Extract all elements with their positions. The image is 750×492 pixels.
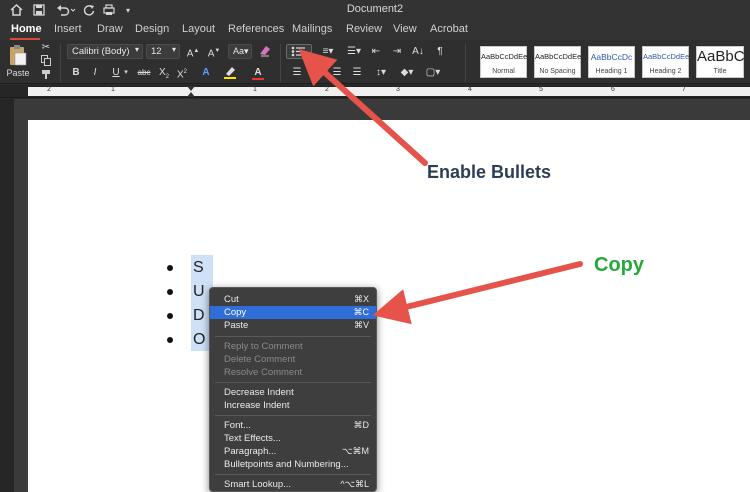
arrow-to-bullets: [298, 48, 428, 166]
annotation-copy: Copy: [594, 254, 644, 276]
annotation-overlay: [298, 48, 583, 325]
arrow-to-copy: [372, 261, 583, 325]
annotation-enable-bullets: Enable Bullets: [427, 162, 552, 182]
